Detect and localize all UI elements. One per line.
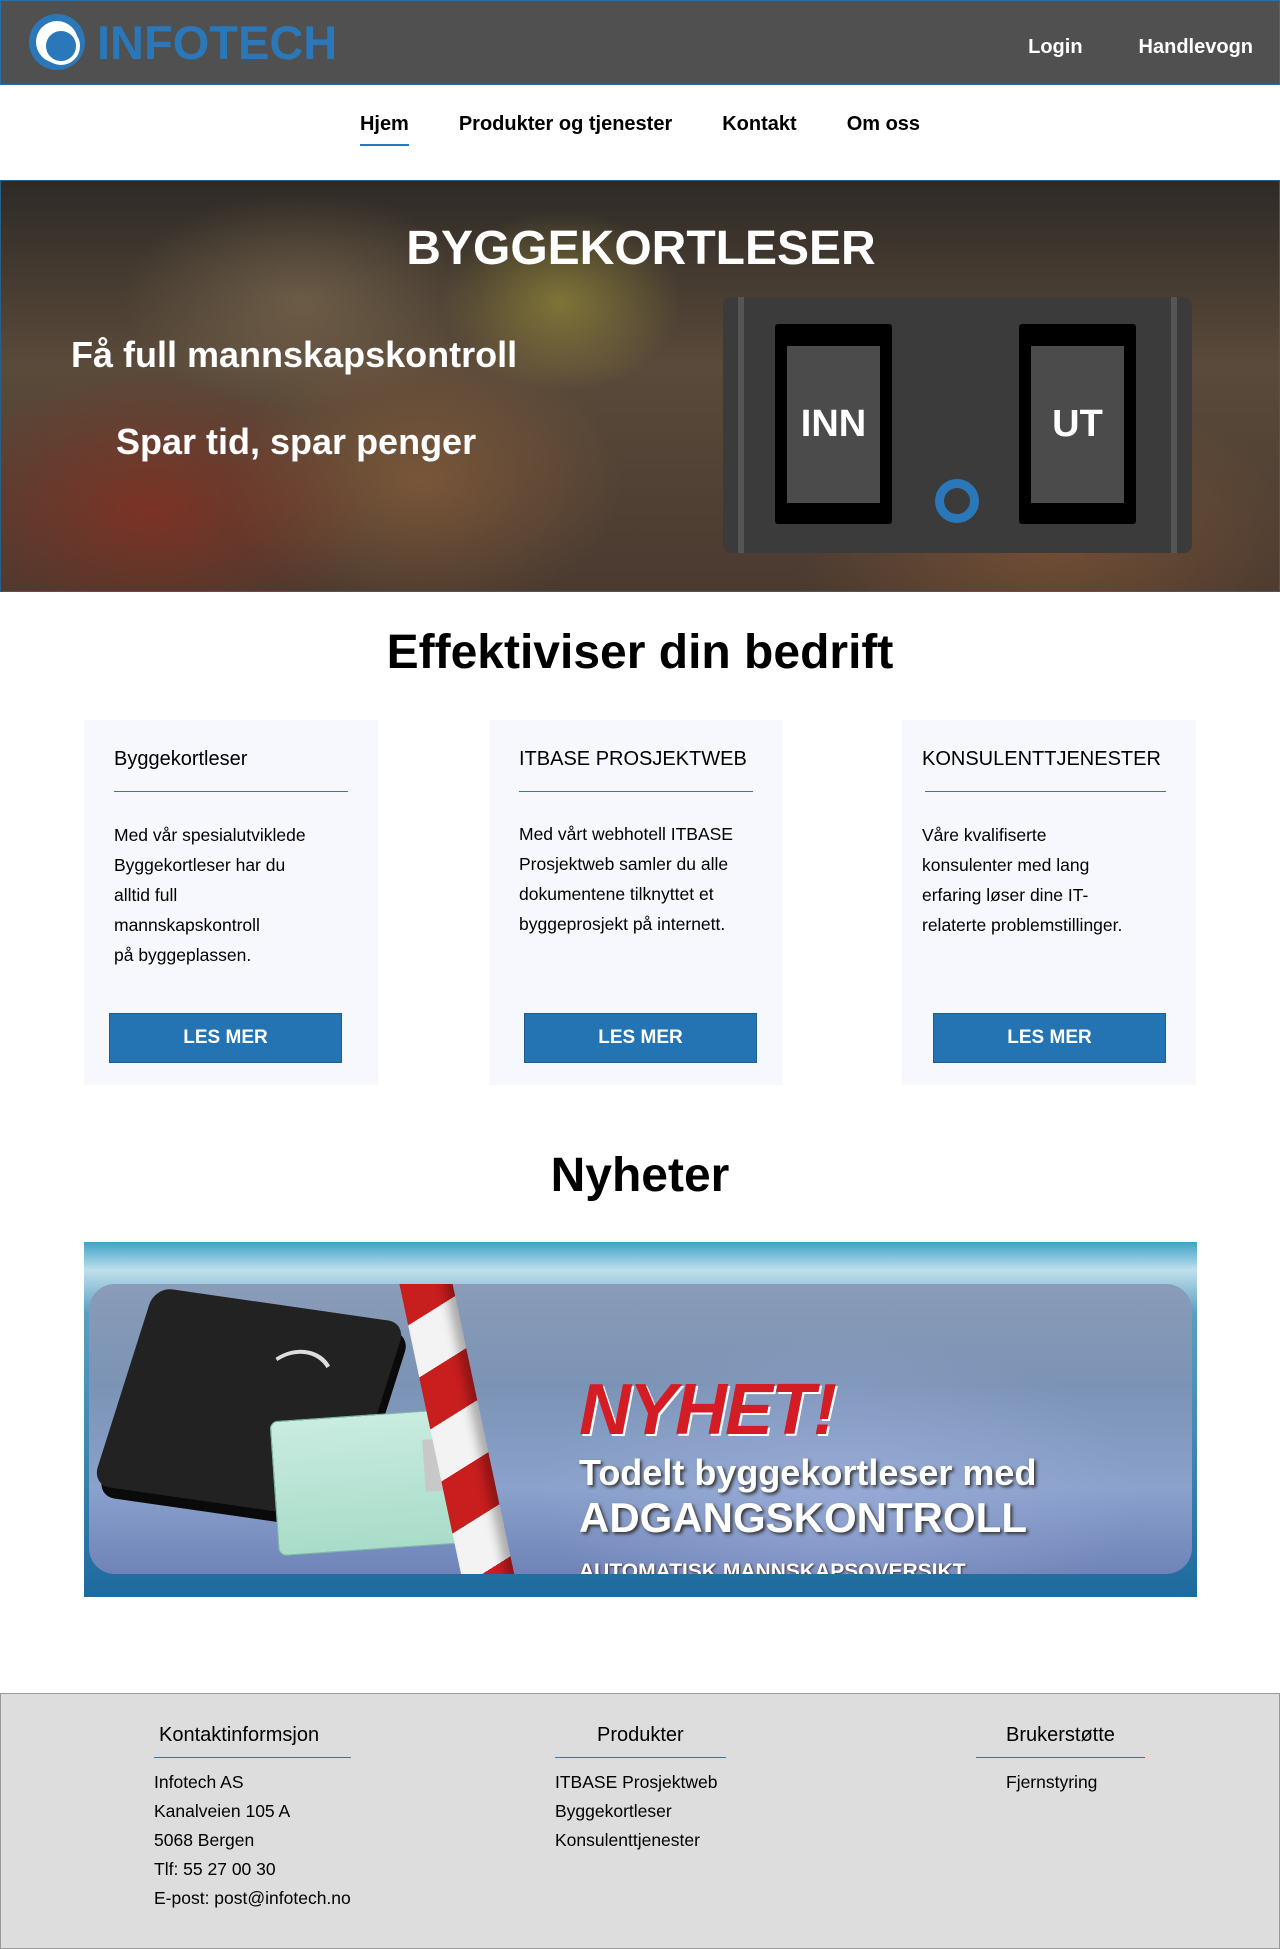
card-title: KONSULENTTJENESTER <box>922 748 1161 770</box>
card-konsulenttjenester: KONSULENTTJENESTER Våre kvalifiserte kon… <box>902 720 1196 1085</box>
card-title: ITBASE PROSJEKTWEB <box>519 748 747 770</box>
footer-contact-title: Kontaktinformsjon <box>154 1724 351 1758</box>
hero-banner: BYGGEKORTLESER Få full mannskapskontroll… <box>0 180 1280 592</box>
news-banner-image: NYHET! Todelt byggekortleser med ADGANGS… <box>89 1284 1192 1574</box>
reader-slot-out: UT <box>1019 324 1136 524</box>
card-divider <box>114 791 348 792</box>
reader-rail-left <box>738 297 744 553</box>
card-title: Byggekortleser <box>114 748 248 770</box>
footer-contact-line: Kanalveien 105 A <box>154 1801 291 1821</box>
card-divider <box>925 791 1166 792</box>
news-heading: Nyheter <box>550 1149 730 1202</box>
top-nav: Login Handlevogn <box>972 36 1253 59</box>
footer-contact-line: Tlf: 55 27 00 30 <box>154 1859 276 1879</box>
reader-rail-right <box>1171 297 1177 553</box>
read-more-button[interactable]: LES MER <box>109 1013 342 1063</box>
card-itbase-prosjektweb: ITBASE PROSJEKTWEB Med vårt webhotell IT… <box>489 720 783 1085</box>
main-nav: Hjem Produkter og tjenester Kontakt Om o… <box>0 113 1280 146</box>
nav-item-kontakt[interactable]: Kontakt <box>722 113 796 146</box>
news-headline: NYHET! <box>579 1370 837 1450</box>
logo-text: INFOTECH <box>97 15 338 69</box>
card-text: Våre kvalifiserte konsulenter med lang e… <box>922 825 1123 935</box>
hero-title: BYGGEKORTLESER <box>406 222 876 275</box>
news-line-1: Todelt byggekortleser med <box>579 1452 1037 1493</box>
hero-tagline-2: Spar tid, spar penger <box>116 421 477 462</box>
footer-support: Brukerstøtte Fjernstyring <box>976 1724 1145 1797</box>
news-banner[interactable]: NYHET! Todelt byggekortleser med ADGANGS… <box>84 1242 1197 1597</box>
reader-led-icon <box>935 479 979 523</box>
footer-support-title: Brukerstøtte <box>976 1724 1145 1758</box>
card-divider <box>519 791 753 792</box>
footer-product-link[interactable]: Konsulenttjenester <box>555 1826 726 1855</box>
footer: Kontaktinformsjon Infotech AS Kanalveien… <box>0 1693 1280 1949</box>
reader-slot-in: INN <box>775 324 892 524</box>
footer-contact: Kontaktinformsjon Infotech AS Kanalveien… <box>154 1724 351 1913</box>
news-line-2: ADGANGSKONTROLL <box>579 1494 1027 1541</box>
login-link[interactable]: Login <box>1028 36 1082 59</box>
read-more-button[interactable]: LES MER <box>524 1013 757 1063</box>
top-header: INFOTECH Login Handlevogn <box>0 0 1280 85</box>
cart-link[interactable]: Handlevogn <box>1139 36 1253 59</box>
footer-product-link[interactable]: Byggekortleser <box>555 1797 726 1826</box>
news-line-3: AUTOMATISK MANNSKAPSOVERSIKT <box>579 1560 966 1574</box>
hero-tagline-1: Få full mannskapskontroll <box>71 334 518 375</box>
reader-out-label: UT <box>1031 346 1124 503</box>
logo[interactable]: INFOTECH <box>29 14 337 70</box>
card-byggekortleser: Byggekortleser Med vår spesialutviklede … <box>84 720 378 1085</box>
card-reader-illustration: INN UT <box>723 297 1192 553</box>
nav-item-om-oss[interactable]: Om oss <box>847 113 920 146</box>
logo-circle-icon <box>29 14 85 70</box>
footer-support-link[interactable]: Fjernstyring <box>976 1768 1145 1797</box>
nav-item-hjem[interactable]: Hjem <box>359 113 409 146</box>
intro-heading: Effektiviser din bedrift <box>386 626 894 679</box>
footer-products: Produkter ITBASE Prosjektweb Byggekortle… <box>555 1724 726 1855</box>
footer-contact-line[interactable]: E-post: post@infotech.no <box>154 1884 351 1913</box>
footer-contact-line: 5068 Bergen <box>154 1830 255 1850</box>
footer-product-link[interactable]: ITBASE Prosjektweb <box>555 1768 726 1797</box>
footer-contact-line: Infotech AS <box>154 1772 244 1792</box>
nav-item-produkter[interactable]: Produkter og tjenester <box>459 113 672 146</box>
card-text: Med vårt webhotell ITBASE Prosjektweb sa… <box>519 824 733 934</box>
footer-products-title: Produkter <box>555 1724 726 1758</box>
read-more-button[interactable]: LES MER <box>933 1013 1166 1063</box>
card-text: Med vår spesialutviklede Byggekortleser … <box>114 825 306 965</box>
reader-in-label: INN <box>787 346 880 503</box>
